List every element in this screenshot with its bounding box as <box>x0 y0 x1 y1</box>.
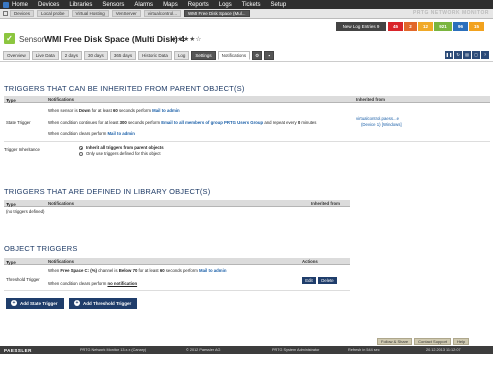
tab-2-days[interactable]: 2 days <box>60 51 83 60</box>
page-title: WMI Free Disk Space (Multi Disk) 4 <box>44 34 185 44</box>
warning-count-badge[interactable]: 12 <box>418 22 433 31</box>
own-only-label[interactable]: Only use triggers defined for this objec… <box>86 151 161 157</box>
view-buttons: ❚❚ ↻ ▤ ▢ ? <box>444 51 489 59</box>
unusual-count-badge[interactable]: 15 <box>469 22 484 31</box>
tab-divider <box>0 61 493 62</box>
breadcrumb-server[interactable]: VenServer <box>111 10 141 17</box>
breadcrumb-devices[interactable]: Devices <box>10 10 35 17</box>
window-icon[interactable]: ▢ <box>472 51 480 59</box>
follow-share-button[interactable]: Follow & Share <box>377 338 413 345</box>
clear-mail-link[interactable]: Mail to admin <box>107 131 134 136</box>
paused-count-badge[interactable]: 96 <box>453 22 468 31</box>
object-triggers-title: OBJECT TRIGGERS <box>4 244 78 253</box>
nav-item-sensors[interactable]: Sensors <box>102 2 124 8</box>
up-count-badge[interactable]: 921 <box>434 22 452 31</box>
nav-item-home[interactable]: Home <box>12 2 28 8</box>
refresh-icon[interactable]: ↻ <box>454 51 462 59</box>
contact-support-button[interactable]: Contact Support <box>414 338 452 345</box>
brand-label: PRTG NETWORK MONITOR <box>412 10 489 16</box>
col-actions-header: Actions <box>302 259 318 264</box>
nav-item-setup[interactable]: Setup <box>271 2 287 8</box>
delete-button[interactable]: Delete <box>318 277 337 284</box>
footer: PAESSLER PRTG Network Monitor 13.x.x (Ca… <box>0 346 493 354</box>
inherited-from-device[interactable]: (Device 1) [Windows] <box>361 122 402 128</box>
inherited-triggers-title: TRIGGERS THAT CAN BE INHERITED FROM PARE… <box>4 84 245 93</box>
new-log-entries-button[interactable]: New Log Entries 9 <box>336 22 386 31</box>
tab-30-days[interactable]: 30 days <box>84 51 108 60</box>
tab-live-data[interactable]: Live Data <box>31 51 59 60</box>
threshold-line-2: When condition clears perform no notific… <box>48 281 138 286</box>
trash-icon[interactable]: ▪ <box>264 51 275 60</box>
gear-icon[interactable]: ⚙ <box>252 51 263 60</box>
nav-item-tickets[interactable]: Tickets <box>242 2 261 8</box>
pause-icon[interactable]: ❚❚ <box>445 51 453 59</box>
object-table-header: Type ▼ Notifications Actions <box>4 258 350 265</box>
breadcrumb-sensor[interactable]: WMI Free Disk Space (Mul... <box>184 10 250 17</box>
inherit-all-radio[interactable] <box>79 146 83 150</box>
threshold-trigger-type: Threshold Trigger <box>6 277 40 282</box>
help-buttons: Follow & Share Contact Support Help <box>375 338 470 345</box>
nav-item-alarms[interactable]: Alarms <box>134 2 153 8</box>
trigger-line-3: When condition clears perform Mail to ad… <box>48 131 135 136</box>
top-nav: Home Devices Libraries Sensors Alarms Ma… <box>0 0 493 9</box>
sensor-type-label: Sensor <box>19 35 45 44</box>
edit-button[interactable]: Edit <box>302 277 316 284</box>
col-notifications-header-object: Notifications <box>48 259 75 264</box>
add-state-trigger-button[interactable]: + Add State Trigger <box>6 298 64 309</box>
priority-stars[interactable]: ★★★★☆ <box>171 35 202 43</box>
inherited-table-header: Type ▼ Notifications Inherited from <box>4 96 490 103</box>
root-icon[interactable] <box>3 11 8 16</box>
nav-item-maps[interactable]: Maps <box>163 2 178 8</box>
alarm-count-badge[interactable]: 45 <box>388 22 403 31</box>
timestamp-text: 20.12.2013 11:12:07 <box>426 348 461 352</box>
breadcrumb-device[interactable]: virtualcontrol... <box>143 10 182 17</box>
tab-settings[interactable]: Settings <box>191 51 216 60</box>
tab-365-days[interactable]: 365 days <box>109 51 137 60</box>
add-threshold-trigger-button[interactable]: + Add Threshold Trigger <box>69 298 137 309</box>
threshold-mail-link[interactable]: Mail to admin <box>199 268 226 273</box>
threshold-line-1: When Free Space C: (%) channel is Below … <box>48 268 227 273</box>
breadcrumb-group[interactable]: Virtual Hosting <box>71 10 109 17</box>
home-icon[interactable] <box>3 1 9 8</box>
refresh-text[interactable]: Refresh in 544 sec <box>348 348 380 352</box>
version-text: PRTG Network Monitor 13.x.x (Canary) <box>80 348 147 352</box>
help-icon[interactable]: ? <box>481 51 489 59</box>
col-inherited-header-library: Inherited from <box>311 201 340 206</box>
library-table-header: Type ▼ Notifications Inherited from <box>4 200 350 207</box>
sensor-tabs: Overview Live Data 2 days 30 days 365 da… <box>3 51 276 61</box>
user-text[interactable]: PRTG System Administrator <box>272 348 319 352</box>
breadcrumb-probe[interactable]: Local probe <box>37 10 69 17</box>
state-trigger-type: State Trigger <box>6 120 31 125</box>
tab-notifications[interactable]: Notifications <box>217 51 251 60</box>
partial-alarm-badge[interactable]: 2 <box>404 22 417 31</box>
paessler-logo: PAESSLER <box>4 347 32 353</box>
tab-historic-data[interactable]: Historic Data <box>138 51 172 60</box>
row-divider <box>4 141 490 142</box>
status-ok-icon: ✓ <box>4 33 15 44</box>
col-inherited-header: Inherited from <box>356 97 385 102</box>
nav-item-devices[interactable]: Devices <box>38 2 59 8</box>
plus-icon: + <box>74 300 80 307</box>
nav-item-libraries[interactable]: Libraries <box>69 2 92 8</box>
tab-log[interactable]: Log <box>173 51 190 60</box>
tab-overview[interactable]: Overview <box>3 51 30 60</box>
col-notifications-header: Notifications <box>48 97 75 102</box>
col-notifications-header-library: Notifications <box>48 201 75 206</box>
nav-item-reports[interactable]: Reports <box>188 2 209 8</box>
print-icon[interactable]: ▤ <box>463 51 471 59</box>
help-button[interactable]: Help <box>453 338 470 345</box>
plus-icon: + <box>11 300 17 307</box>
trigger-line-2: When condition continues for at least 30… <box>48 120 317 125</box>
own-only-radio[interactable] <box>79 152 83 156</box>
trigger-inheritance-label: Trigger Inheritance <box>4 147 40 152</box>
group-notification-link[interactable]: Email to all members of group PRTG Users… <box>161 120 263 125</box>
library-triggers-title: TRIGGERS THAT ARE DEFINED IN LIBRARY OBJ… <box>4 187 211 196</box>
no-triggers-text: (no triggers defined) <box>6 209 45 214</box>
nav-item-logs[interactable]: Logs <box>219 2 232 8</box>
mail-to-admin-link[interactable]: Mail to admin <box>152 108 179 113</box>
no-notification-link[interactable]: no notification <box>107 281 137 286</box>
row-divider-object <box>4 290 350 291</box>
trigger-line-1: When sensor is Down for at least 60 seco… <box>48 108 180 113</box>
copyright-text: © 2012 Paessler AG <box>186 348 221 352</box>
